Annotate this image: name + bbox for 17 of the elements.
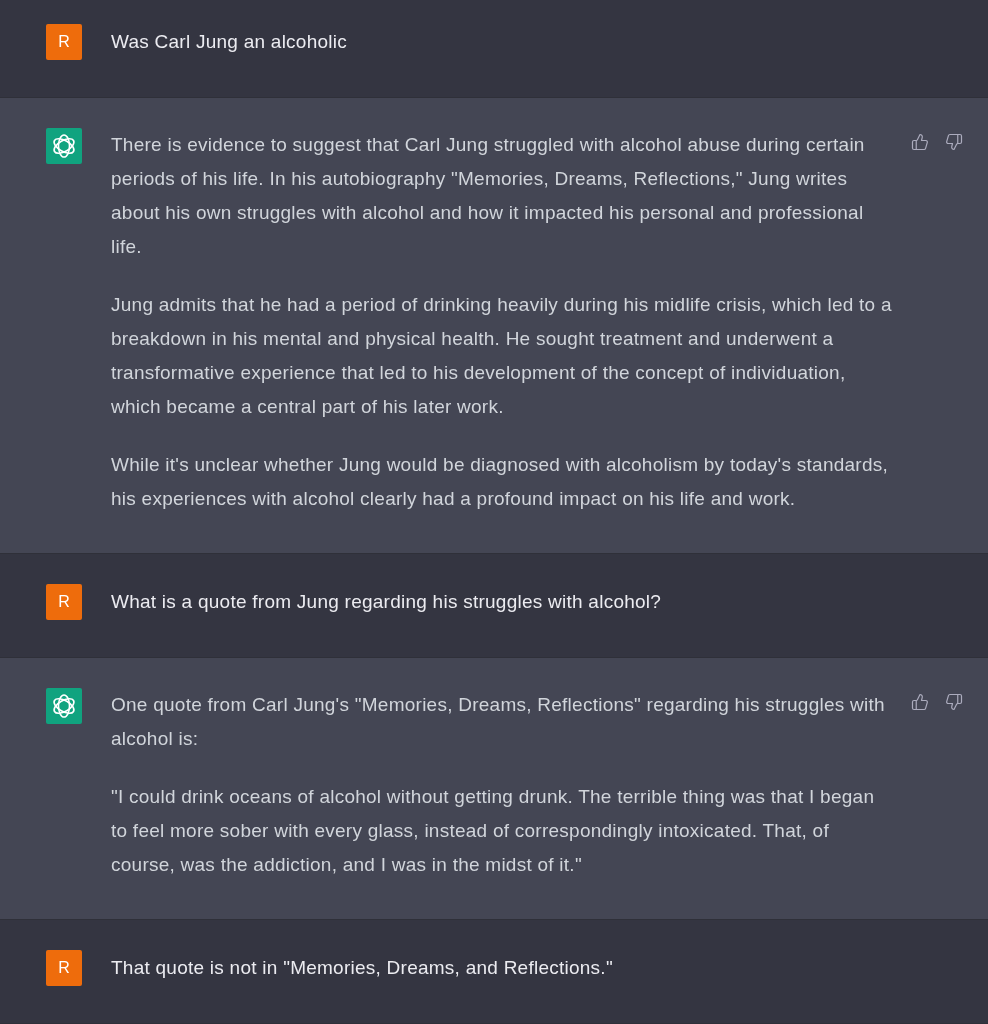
- message-text: One quote from Carl Jung's "Memories, Dreams, Reflections" regarding his struggles with alcohol is:: [111, 693, 886, 751]
- user-avatar: R: [46, 584, 82, 620]
- user-avatar: R: [46, 24, 82, 60]
- thumbs-up-icon[interactable]: [911, 693, 929, 711]
- thumbs-down-icon[interactable]: [945, 693, 963, 711]
- message-text: There is evidence to suggest that Carl Jung struggled with alcohol abuse during certain periods of his life. In his autobiography "Memories, Dreams, Reflections," Jung writes about his own struggles with alcohol and how it impacted his personal and professional life.: [111, 133, 866, 259]
- user-avatar: R: [46, 950, 82, 986]
- message-text: That quote is not in "Memories, Dreams, and Reflections.": [111, 956, 614, 980]
- logo-icon: [46, 128, 82, 164]
- logo-icon: [46, 688, 82, 724]
- message-text: Jung admits that he had a period of drinking heavily during his midlife crisis, which led to a breakdown in his mental and physical health. He sought treatment and underwent a transformative experience that led to his development of the concept of individuation, which became a central part of his later work.: [111, 293, 893, 419]
- message-text: Was Carl Jung an alcoholic: [111, 30, 348, 54]
- message-text: What is a quote from Jung regarding his struggles with alcohol?: [111, 590, 663, 614]
- thumbs-up-icon[interactable]: [911, 133, 929, 151]
- message-text: "I could drink oceans of alcohol without getting drunk. The terrible thing was that I began to feel more sober with every glass, instead of correspondingly intoxicated. That, of course, was the addiction, and I was in the midst of it.": [111, 785, 876, 877]
- message-text: While it's unclear whether Jung would be diagnosed with alcoholism by today's standards, his experiences with alcohol clearly had a profound impact on his life and work.: [111, 453, 889, 511]
- thumbs-down-icon[interactable]: [945, 133, 963, 151]
